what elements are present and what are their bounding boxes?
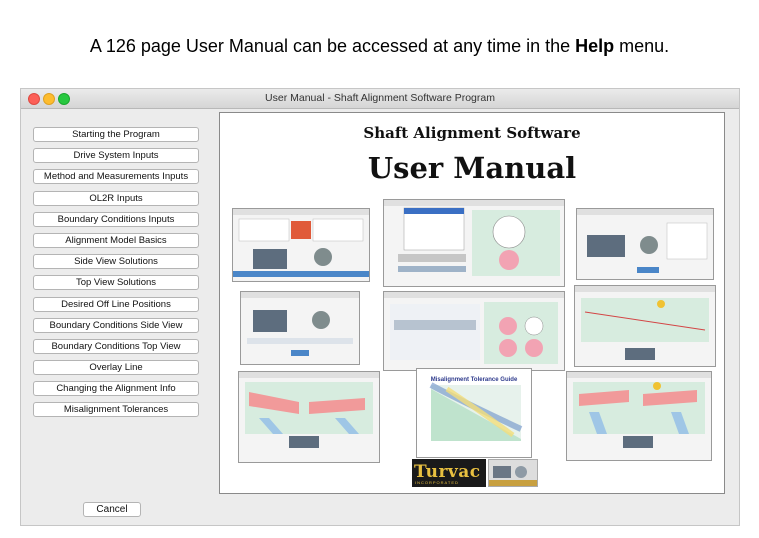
ol2r-inputs-screenshot-thumbnail <box>576 208 714 280</box>
nav-changing-the-alignment-info[interactable]: Changing the Alignment Info <box>33 381 199 397</box>
side-view-chart-thumbnail <box>238 371 380 463</box>
manual-cover-panel: Shaft Alignment Software User Manual Mis… <box>219 112 725 494</box>
drive-system-screenshot-thumbnail <box>232 208 370 282</box>
nav-starting-the-program[interactable]: Starting the Program <box>33 127 199 142</box>
nav-desired-off-line-positions[interactable]: Desired Off Line Positions <box>33 296 199 312</box>
tolerance-guide-title: Misalignment Tolerance Guide <box>431 377 518 383</box>
nav-side-view-solutions[interactable]: Side View Solutions <box>33 254 199 270</box>
cancel-button[interactable]: Cancel <box>83 502 141 517</box>
nav-ol2r-inputs[interactable]: OL2R Inputs <box>33 190 199 206</box>
caption-suffix: menu. <box>614 36 670 56</box>
nav-boundary-conditions-side-view[interactable]: Boundary Conditions Side View <box>33 317 199 333</box>
document-title: Shaft Alignment Software <box>363 124 581 142</box>
title-bar: User Manual - Shaft Alignment Software P… <box>21 89 739 109</box>
turvac-logo-text: Turvac <box>414 462 481 482</box>
alignment-model-screenshot-thumbnail <box>383 291 565 371</box>
user-manual-window: User Manual - Shaft Alignment Software P… <box>20 88 740 526</box>
caption: A 126 page User Manual can be accessed a… <box>0 36 759 57</box>
window-title: User Manual - Shaft Alignment Software P… <box>265 92 495 104</box>
caption-help: Help <box>575 36 615 56</box>
turvac-logo: Turvac INCORPORATED <box>412 459 486 487</box>
method-inputs-screenshot-thumbnail <box>383 199 565 287</box>
manual-nav: Starting the Program Drive System Inputs… <box>33 127 199 424</box>
nav-drive-system-inputs[interactable]: Drive System Inputs <box>33 148 199 164</box>
caption-prefix: A 126 page User Manual can be accessed a… <box>89 36 576 56</box>
nav-top-view-solutions[interactable]: Top View Solutions <box>33 275 199 291</box>
boundary-conditions-screenshot-thumbnail <box>240 291 360 365</box>
pump-logo-image <box>488 459 538 487</box>
top-view-chart-thumbnail <box>566 371 712 461</box>
nav-alignment-model-basics[interactable]: Alignment Model Basics <box>33 232 199 248</box>
nav-boundary-conditions-top-view[interactable]: Boundary Conditions Top View <box>33 338 199 354</box>
nav-method-and-measurements-inputs[interactable]: Method and Measurements Inputs <box>33 169 199 185</box>
nav-boundary-conditions-inputs[interactable]: Boundary Conditions Inputs <box>33 211 199 227</box>
turvac-logo-incorporated: INCORPORATED <box>415 480 459 485</box>
side-view-solution-screenshot-thumbnail <box>574 285 716 367</box>
nav-misalignment-tolerances[interactable]: Misalignment Tolerances <box>33 402 199 418</box>
nav-overlay-line[interactable]: Overlay Line <box>33 360 199 376</box>
document-subtitle: User Manual <box>367 151 577 185</box>
misalignment-tolerance-guide-thumbnail: Misalignment Tolerance Guide <box>416 368 532 458</box>
